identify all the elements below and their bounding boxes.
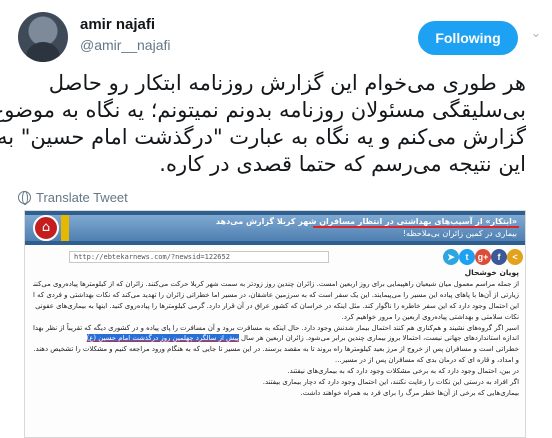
share-icon: <	[507, 249, 523, 265]
googleplus-icon: g+	[475, 249, 491, 265]
news-paragraph-line: خطراتی است و مسافران پس از خروج از مرز ب…	[33, 345, 519, 354]
user-handle[interactable]: @amir__najafi	[80, 37, 170, 53]
facebook-icon: f	[491, 249, 507, 265]
avatar[interactable]	[18, 12, 68, 62]
news-paragraph-line: اسیر اگر گروه‌های نشیند و هم‌کناری هم کن…	[33, 323, 519, 332]
news-paragraph-line: نکات سلامتی و بهداشتی پیاده‌روی اربعین ر…	[341, 312, 519, 321]
red-underline	[313, 226, 519, 228]
translate-label: Translate Tweet	[36, 190, 128, 205]
news-author: پویان خوشحال	[464, 268, 519, 277]
attached-image[interactable]: «ابتکار» از آسیب‌های بهداشتی در انتظار م…	[24, 210, 526, 438]
news-paragraph-line: در بین، احتمال وجود دارد که به برخی مشکل…	[287, 367, 519, 376]
news-paragraph-line: اندازه استانداردهای جهانی نیست، احتمالا …	[33, 333, 519, 344]
home-icon: ⌂	[33, 215, 59, 241]
chevron-down-icon[interactable]: ⌄	[529, 27, 543, 41]
news-body: پویان خوشحال از جمله مراسم معمول میان شی…	[33, 268, 519, 399]
globe-icon	[18, 191, 31, 205]
translate-tweet-link[interactable]: Translate Tweet	[18, 190, 128, 205]
tweet-text: هر طوری می‌خوام این گزارش روزنامه ابتکار…	[0, 70, 526, 178]
news-headline: «ابتکار» از آسیب‌های بهداشتی در انتظار م…	[215, 217, 517, 226]
news-subheadline: بیماری در کمین زائران بی‌ملاحظه!	[402, 229, 517, 238]
following-button[interactable]: Following	[418, 21, 518, 55]
news-paragraph-line: از جمله مراسم معمول میان شیعیان راهپیمای…	[33, 279, 519, 288]
tweet-text-line: گزارش می‌کنم و یه نگاه به عبارت "درگذشت …	[0, 125, 526, 149]
news-paragraph-line: بیماری‌هایی که برخی از آن‌ها خطر مرگ را …	[300, 388, 519, 397]
display-name[interactable]: amir najafi	[80, 16, 155, 33]
telegram-icon: ➤	[443, 249, 459, 265]
tweet-text-line: هر طوری می‌خوام این گزارش روزنامه ابتکار…	[48, 71, 526, 95]
news-paragraph-line-start: اندازه استانداردهای جهانی نیست، احتمالا …	[241, 334, 519, 343]
tweet-text-line: این نتیجه می‌رسم که حتما قصدی در کاره.	[159, 152, 526, 176]
twitter-icon: t	[459, 249, 475, 265]
news-paragraph-line: این احتمال وجود دارد که این سفر خاطره را…	[33, 301, 519, 310]
news-paragraph-line: اگر افراد به درستی این نکات را رعایت نکن…	[262, 378, 519, 387]
tweet-text-line: بی‌سلیقگی مسئولان روزنامه بدونم نمیتونم؛…	[0, 98, 526, 122]
news-paragraph-line: و امداد، و قاره ای که درمان بدی که مسافر…	[335, 356, 519, 365]
news-url: http://ebtekarnews.com/?newsid=122652	[69, 251, 329, 263]
tweet-header: amir najafi @amir__najafi Following ⌄	[18, 12, 541, 68]
highlighted-phrase: پیش از سالگرد چهلمین روز درگذشت امام حسی…	[86, 334, 239, 343]
flag-strip	[61, 215, 69, 241]
news-paragraph-line: زیارتی از آن‌ها با پاهای پیاده این مسیر …	[33, 290, 519, 299]
